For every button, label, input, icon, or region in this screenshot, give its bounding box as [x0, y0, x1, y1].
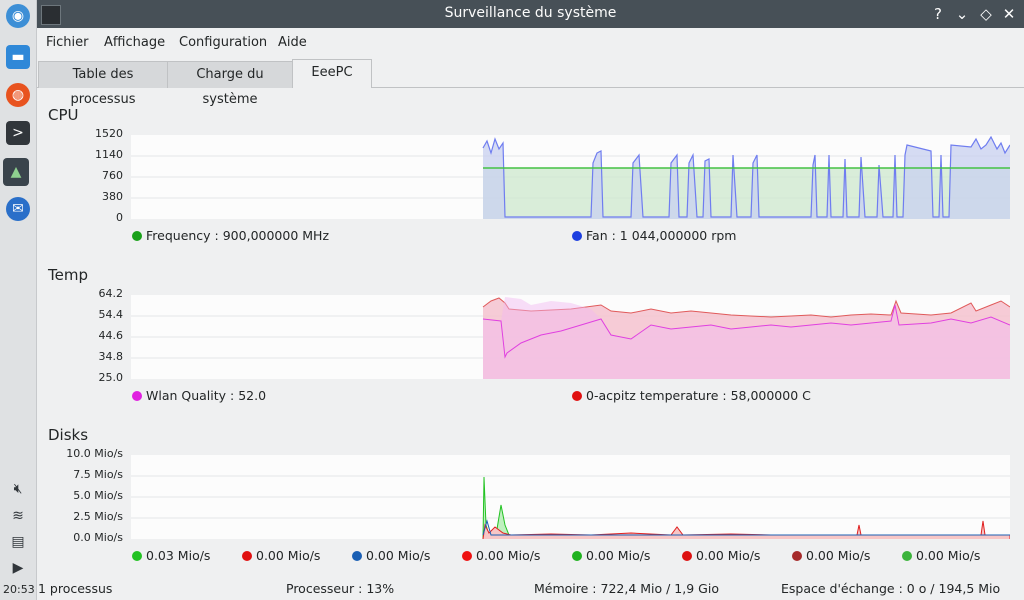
disk-read-line	[482, 476, 1011, 540]
disks-legend-6: 0.00 Mio/s	[792, 548, 870, 563]
wifi-icon[interactable]: ≋	[6, 504, 30, 528]
temp-ytick: 54.4	[98, 308, 124, 321]
legend-text: 0.00 Mio/s	[366, 548, 431, 563]
disks-section-title: Disks	[48, 426, 89, 444]
cpu-ytick: 380	[102, 190, 123, 203]
disks-ytick: 2.5 Mio/s	[73, 510, 123, 523]
system-monitor-icon[interactable]: ▲	[3, 158, 29, 186]
legend-text: 0.00 Mio/s	[806, 548, 871, 563]
menu-configuration[interactable]: Configuration	[179, 35, 267, 50]
legend-text: 0.00 Mio/s	[256, 548, 321, 563]
cpu-legend-fan: Fan : 1 044,000000 rpm	[572, 228, 736, 243]
legend-color-swatch	[132, 390, 142, 401]
legend-color-swatch	[572, 390, 582, 401]
folder-icon[interactable]: ▬	[6, 45, 30, 69]
legend-color-swatch	[352, 550, 362, 561]
menu-affichage[interactable]: Affichage	[104, 35, 165, 50]
disks-legend-4: 0.00 Mio/s	[572, 548, 650, 563]
terminal-icon[interactable]: >	[6, 121, 30, 145]
legend-text: 0.03 Mio/s	[146, 548, 211, 563]
status-cpu: Processeur : 13%	[286, 581, 395, 596]
legend-color-swatch	[792, 550, 802, 561]
cpu-ytick: 1140	[95, 148, 123, 161]
disks-graph-svg	[131, 475, 1011, 540]
cpu-ytick: 0	[116, 211, 123, 224]
expand-arrow-icon[interactable]: ▶	[6, 556, 30, 580]
legend-text: 0.00 Mio/s	[586, 548, 651, 563]
maximize-icon[interactable]: ◇	[976, 4, 996, 24]
disks-ytick: 10.0 Mio/s	[66, 447, 123, 460]
temp-graph	[131, 295, 1011, 379]
tab-eeepc[interactable]: EeePC	[292, 59, 372, 88]
legend-color-swatch	[132, 550, 142, 561]
cpu-legend-frequency: Frequency : 900,000000 MHz	[132, 228, 329, 243]
status-processes: 1 processus	[38, 581, 113, 596]
legend-color-swatch	[902, 550, 912, 561]
legend-color-swatch	[132, 230, 142, 241]
clipboard-icon[interactable]: ▤	[6, 530, 30, 554]
disks-legend-5: 0.00 Mio/s	[682, 548, 760, 563]
minimize-icon[interactable]: ⌄	[952, 4, 972, 24]
status-swap: Espace d'échange : 0 o / 194,5 Mio	[781, 581, 1001, 596]
cpu-section-title: CPU	[48, 106, 79, 124]
disks-ytick: 0.0 Mio/s	[73, 531, 123, 544]
legend-text: 0.00 Mio/s	[476, 548, 541, 563]
disks-legend-1: 0.00 Mio/s	[242, 548, 320, 563]
temp-ytick: 64.2	[98, 287, 124, 300]
legend-color-swatch	[572, 230, 582, 241]
legend-text: 0-acpitz temperature : 58,000000 C	[586, 388, 811, 403]
tab-system-load[interactable]: Charge du système	[167, 61, 293, 107]
status-bar: 1 processus Processeur : 13% Mémoire : 7…	[37, 578, 1024, 600]
temp-ytick: 34.8	[98, 350, 124, 363]
volume-muted-icon[interactable]: 🔇︎	[6, 477, 30, 501]
left-panel: ◉ ▬ ◍ > ▲ ✉ 🔇︎ ≋ ▤ ▶ 20:53	[0, 0, 37, 600]
temp-ytick: 25.0	[98, 371, 124, 384]
disks-legend-2: 0.00 Mio/s	[352, 548, 430, 563]
cpu-graph	[131, 135, 1011, 219]
window-title: Surveillance du système	[444, 5, 617, 21]
legend-color-swatch	[242, 550, 252, 561]
status-memory: Mémoire : 722,4 Mio / 1,9 Gio	[534, 581, 719, 596]
legend-text: Fan : 1 044,000000 rpm	[586, 228, 737, 243]
disks-ytick: 5.0 Mio/s	[73, 489, 123, 502]
disks-graph	[131, 455, 1011, 540]
legend-text: 0.00 Mio/s	[916, 548, 981, 563]
cpu-ytick: 760	[102, 169, 123, 182]
help-icon[interactable]: ?	[928, 4, 948, 24]
temp-ytick: 44.6	[98, 329, 124, 342]
tab-process-table[interactable]: Table des processus	[38, 61, 168, 107]
legend-color-swatch	[682, 550, 692, 561]
tab-bar: Table des processus Charge du système Ee…	[37, 59, 1024, 107]
firefox-icon[interactable]: ◍	[6, 83, 30, 107]
disks-legend-0: 0.03 Mio/s	[132, 548, 210, 563]
menu-aide[interactable]: Aide	[278, 35, 307, 50]
clock: 20:53	[3, 583, 35, 596]
disk-other-line	[482, 519, 1010, 536]
legend-text: Frequency : 900,000000 MHz	[146, 228, 330, 243]
menu-fichier[interactable]: Fichier	[46, 35, 89, 50]
temp-graph-svg	[131, 297, 1011, 379]
disks-legend-7: 0.00 Mio/s	[902, 548, 980, 563]
legend-text: Wlan Quality : 52.0	[146, 388, 267, 403]
disks-legend-3: 0.00 Mio/s	[462, 548, 540, 563]
temp-section-title: Temp	[48, 266, 88, 284]
cpu-graph-svg	[131, 135, 1011, 219]
system-monitor-window: Surveillance du système ? ⌄ ◇ ✕ Fichier …	[37, 0, 1024, 600]
disk-write-line	[482, 520, 1011, 540]
legend-color-swatch	[572, 550, 582, 561]
app-launcher-icon[interactable]: ◉	[6, 4, 30, 28]
legend-color-swatch	[462, 550, 472, 561]
titlebar[interactable]: Surveillance du système ? ⌄ ◇ ✕	[37, 0, 1024, 28]
wlan-area	[483, 297, 1010, 379]
close-icon[interactable]: ✕	[999, 4, 1019, 24]
menubar: Fichier Affichage Configuration Aide	[37, 29, 1024, 59]
cpu-ytick: 1520	[95, 127, 123, 140]
thunderbird-icon[interactable]: ✉	[6, 197, 30, 221]
legend-text: 0.00 Mio/s	[696, 548, 761, 563]
disks-ytick: 7.5 Mio/s	[73, 468, 123, 481]
temp-legend-wlan: Wlan Quality : 52.0	[132, 388, 266, 403]
temp-legend-acpitz: 0-acpitz temperature : 58,000000 C	[572, 388, 811, 403]
